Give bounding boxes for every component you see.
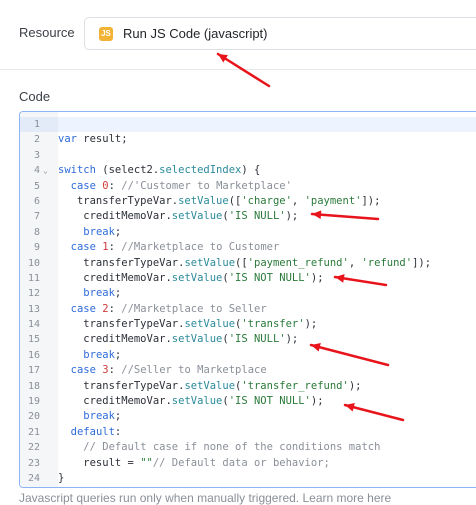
- annotation-arrow: [216, 52, 271, 88]
- annotation-arrow: [309, 343, 390, 367]
- annotation-arrow: [343, 403, 405, 422]
- annotation-arrows: [216, 52, 405, 422]
- annotation-arrow: [333, 274, 388, 287]
- annotation-arrow: [310, 210, 380, 221]
